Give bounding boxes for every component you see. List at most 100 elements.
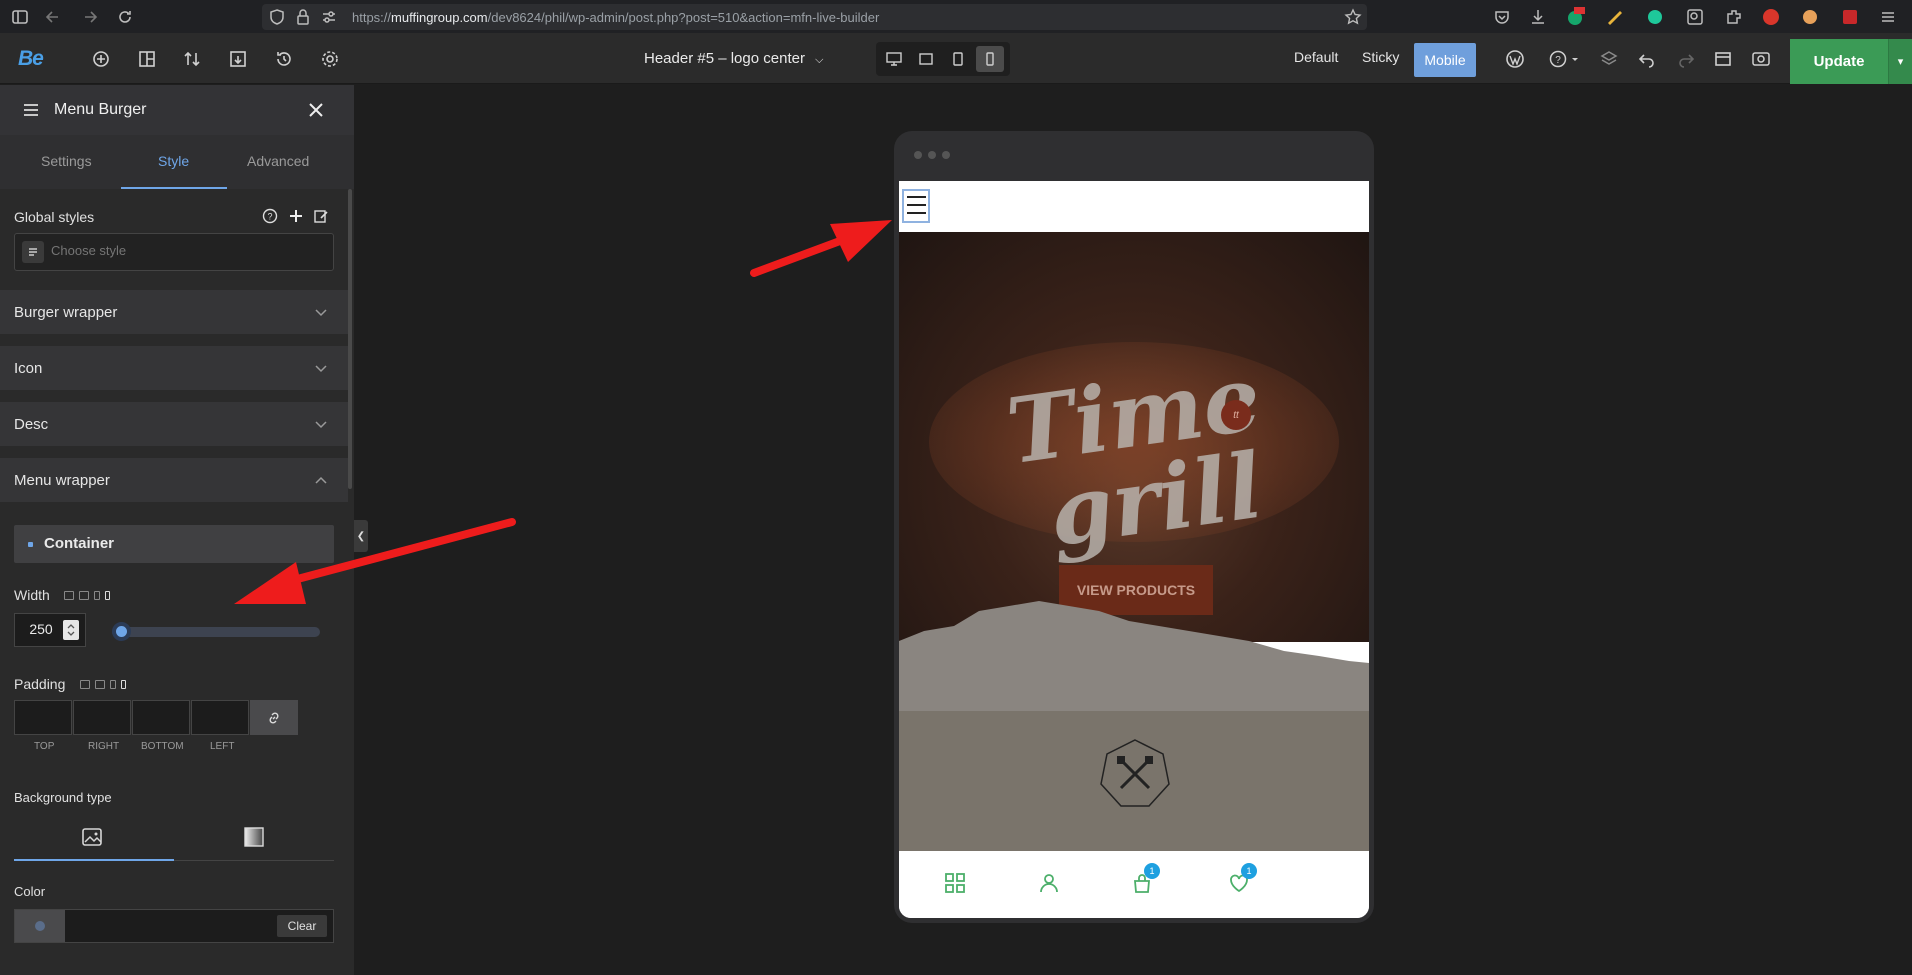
desktop-icon[interactable] bbox=[64, 590, 74, 600]
desktop-view-icon[interactable] bbox=[880, 46, 908, 72]
update-options-icon[interactable]: ▾ bbox=[1888, 39, 1912, 84]
choose-style-input[interactable] bbox=[51, 243, 311, 258]
link-values-icon[interactable] bbox=[250, 700, 298, 735]
preview-window-icon[interactable] bbox=[1713, 49, 1733, 69]
tablet-icon[interactable] bbox=[94, 590, 100, 600]
grammarly-extension-icon[interactable] bbox=[1565, 7, 1585, 27]
sections-icon[interactable] bbox=[137, 49, 157, 69]
laptop-icon[interactable] bbox=[95, 679, 105, 689]
padding-right-label: RIGHT bbox=[88, 741, 120, 752]
tablet-icon[interactable] bbox=[110, 679, 116, 689]
extension-ghost-icon[interactable] bbox=[1645, 7, 1665, 27]
mode-sticky-button[interactable]: Sticky bbox=[1362, 49, 1399, 65]
color-swatch[interactable] bbox=[15, 910, 65, 942]
redo-icon[interactable] bbox=[1676, 49, 1696, 69]
wordpress-icon[interactable] bbox=[1505, 49, 1525, 69]
window-dot bbox=[914, 151, 922, 159]
extension-avatar-icon[interactable] bbox=[1800, 7, 1820, 27]
laptop-view-icon[interactable] bbox=[912, 46, 940, 72]
padding-responsive-icons[interactable] bbox=[80, 678, 126, 690]
window-dot bbox=[942, 151, 950, 159]
mode-default-button[interactable]: Default bbox=[1294, 49, 1338, 65]
width-stepper[interactable] bbox=[63, 620, 79, 640]
pocket-icon[interactable] bbox=[1492, 7, 1512, 27]
bookmark-star-icon[interactable] bbox=[1344, 8, 1362, 26]
image-background-icon[interactable] bbox=[81, 826, 105, 850]
mobile-icon[interactable] bbox=[105, 590, 110, 600]
padding-bottom-input[interactable] bbox=[132, 700, 190, 735]
padding-right-input[interactable] bbox=[73, 700, 131, 735]
adblock-icon[interactable] bbox=[1761, 7, 1781, 27]
edit-style-icon[interactable] bbox=[313, 208, 329, 224]
permissions-icon[interactable] bbox=[320, 8, 338, 26]
accordion-menu-wrapper[interactable]: Menu wrapper bbox=[0, 458, 348, 502]
browser-menu-icon[interactable] bbox=[1878, 7, 1898, 27]
sidebar-toggle-icon[interactable] bbox=[10, 7, 30, 27]
screenshot-eye-icon[interactable] bbox=[1751, 49, 1771, 69]
layers-icon[interactable] bbox=[1599, 49, 1619, 69]
width-input[interactable] bbox=[21, 621, 61, 637]
help-circle-icon[interactable]: ? bbox=[262, 208, 278, 224]
width-responsive-icons[interactable] bbox=[64, 589, 110, 601]
extension-s-icon[interactable] bbox=[1840, 7, 1860, 27]
export-icon[interactable] bbox=[228, 49, 248, 69]
page-title-text: Header #5 – logo center bbox=[644, 50, 805, 67]
page-title-dropdown[interactable]: Header #5 – logo center ⌵ bbox=[644, 50, 823, 67]
grid-icon[interactable] bbox=[943, 871, 967, 895]
sort-icon[interactable] bbox=[182, 49, 202, 69]
global-style-select[interactable] bbox=[14, 233, 334, 271]
accordion-icon[interactable]: Icon bbox=[0, 346, 348, 390]
history-icon[interactable] bbox=[274, 49, 294, 69]
padding-left-input[interactable] bbox=[191, 700, 249, 735]
accordion-label: Menu wrapper bbox=[14, 472, 110, 489]
user-icon[interactable] bbox=[1037, 871, 1061, 895]
address-bar[interactable]: https://muffingroup.com/dev8624/phil/wp-… bbox=[262, 4, 1367, 30]
chevron-down-icon bbox=[314, 361, 328, 375]
forward-arrow-icon[interactable] bbox=[80, 7, 100, 27]
undo-icon[interactable] bbox=[1637, 49, 1657, 69]
style-list-icon bbox=[22, 241, 44, 263]
lock-icon[interactable] bbox=[294, 8, 312, 26]
menu-burger-icon[interactable] bbox=[902, 189, 930, 223]
accordion-burger-wrapper[interactable]: Burger wrapper bbox=[0, 290, 348, 334]
padding-left-label: LEFT bbox=[210, 741, 235, 752]
extensions-puzzle-icon[interactable] bbox=[1724, 7, 1744, 27]
settings-gear-icon[interactable] bbox=[320, 49, 340, 69]
add-element-icon[interactable] bbox=[91, 49, 111, 69]
reload-icon[interactable] bbox=[115, 7, 135, 27]
laptop-icon[interactable] bbox=[79, 590, 89, 600]
tab-style[interactable]: Style bbox=[158, 153, 189, 169]
panel-header: Menu Burger bbox=[0, 85, 354, 135]
desktop-icon[interactable] bbox=[80, 679, 90, 689]
accordion-label: Icon bbox=[14, 360, 43, 377]
back-arrow-icon[interactable] bbox=[43, 7, 63, 27]
help-icon[interactable]: ? bbox=[1548, 49, 1580, 69]
mode-mobile-button[interactable]: Mobile bbox=[1414, 43, 1476, 77]
be-logo[interactable]: Be bbox=[18, 47, 44, 71]
close-icon[interactable] bbox=[307, 101, 325, 119]
collapse-panel-icon[interactable]: ❮ bbox=[354, 520, 368, 552]
element-settings-panel: Menu Burger Settings Style Advanced Glob… bbox=[0, 85, 354, 975]
mobile-preview-frame: Time grill tt VIEW PRODUCTS 1 1 bbox=[894, 131, 1374, 923]
gradient-background-icon[interactable] bbox=[243, 826, 267, 850]
accordion-desc[interactable]: Desc bbox=[0, 402, 348, 446]
tablet-view-icon[interactable] bbox=[944, 46, 972, 72]
shield-icon[interactable] bbox=[268, 8, 286, 26]
width-slider-handle[interactable] bbox=[112, 622, 131, 641]
clear-color-button[interactable]: Clear bbox=[277, 915, 327, 937]
tab-advanced[interactable]: Advanced bbox=[247, 153, 309, 169]
width-slider-track[interactable] bbox=[112, 627, 320, 637]
tab-settings[interactable]: Settings bbox=[41, 153, 92, 169]
extension-lemon-icon[interactable] bbox=[1605, 7, 1625, 27]
color-field[interactable]: Clear bbox=[14, 909, 334, 943]
extension-search-icon[interactable] bbox=[1685, 7, 1705, 27]
downloads-icon[interactable] bbox=[1528, 7, 1548, 27]
mobile-icon[interactable] bbox=[121, 679, 126, 689]
hamburger-menu-icon[interactable] bbox=[22, 101, 40, 119]
padding-top-input[interactable] bbox=[14, 700, 72, 735]
update-button[interactable]: Update bbox=[1790, 39, 1888, 84]
panel-scrollbar[interactable] bbox=[348, 189, 352, 489]
add-style-icon[interactable] bbox=[288, 208, 304, 224]
bottom-nav: 1 1 bbox=[899, 851, 1369, 918]
mobile-view-icon[interactable] bbox=[976, 46, 1004, 72]
